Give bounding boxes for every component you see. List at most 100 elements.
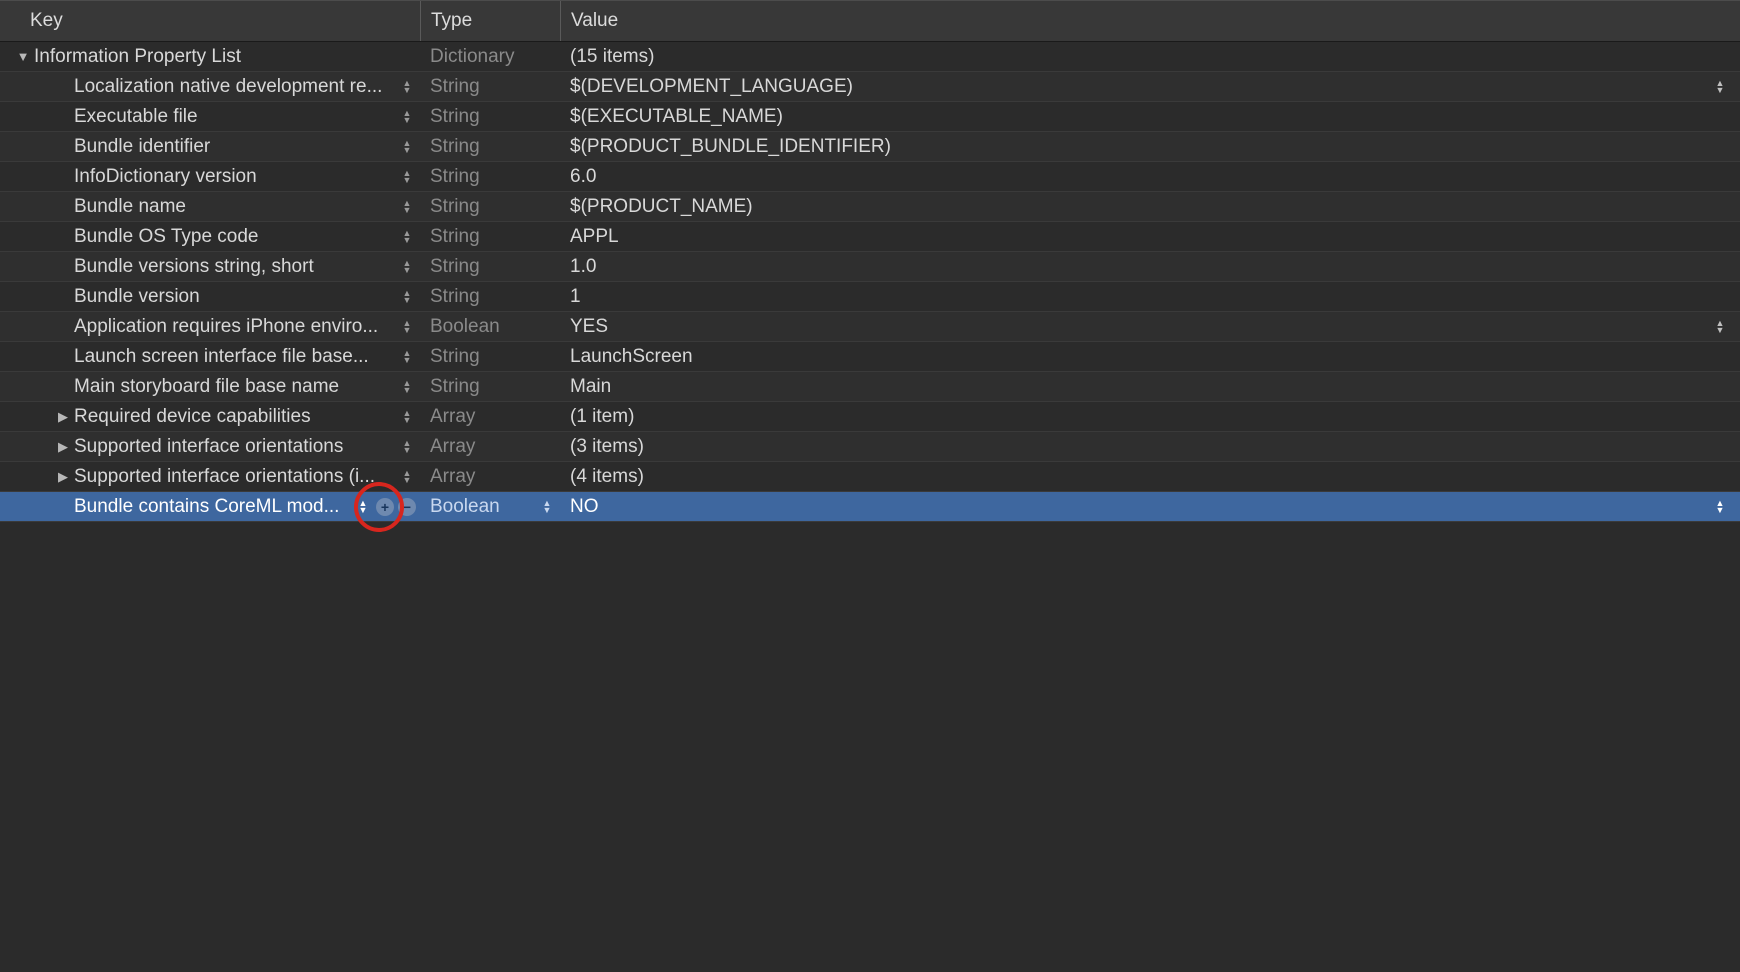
key-stepper-icon[interactable]: ▲▼ [400, 80, 414, 94]
header-value[interactable]: Value [560, 1, 1740, 41]
table-row[interactable]: Application requires iPhone enviro...▲▼B… [0, 312, 1740, 342]
key-cell[interactable]: ▶Supported interface orientations (i... ▲… [0, 462, 420, 491]
key-stepper-icon[interactable]: ▲▼ [400, 200, 414, 214]
value-stepper-icon[interactable]: ▲▼ [1712, 320, 1728, 334]
key-label[interactable]: Bundle contains CoreML mod... [74, 496, 350, 518]
type-cell[interactable]: String [420, 282, 560, 311]
value-label[interactable]: (1 item) [570, 406, 1740, 428]
key-label[interactable]: Launch screen interface file base... [74, 346, 394, 368]
key-cell[interactable]: Executable file ▲▼ [0, 102, 420, 131]
table-row[interactable]: ▼Information Property ListDictionary (15 … [0, 42, 1740, 72]
key-stepper-icon[interactable]: ▲▼ [400, 350, 414, 364]
key-cell[interactable]: Bundle identifier ▲▼ [0, 132, 420, 161]
value-label[interactable]: YES [570, 316, 1712, 338]
value-cell[interactable]: APPL [560, 222, 1740, 251]
value-label[interactable]: APPL [570, 226, 1740, 248]
value-label[interactable]: $(PRODUCT_NAME) [570, 196, 1740, 218]
type-cell[interactable]: Boolean▲▼ [420, 492, 560, 521]
disclosure-down-icon[interactable]: ▼ [16, 49, 30, 64]
key-stepper-icon[interactable]: ▲▼ [400, 110, 414, 124]
table-row[interactable]: ▶Required device capabilities ▲▼ Array (1 i… [0, 402, 1740, 432]
key-stepper-icon[interactable]: ▲▼ [356, 500, 370, 514]
type-cell[interactable]: Array [420, 402, 560, 431]
type-cell[interactable]: Array [420, 462, 560, 491]
key-stepper-icon[interactable]: ▲▼ [400, 380, 414, 394]
table-row[interactable]: ▶Supported interface orientations▲▼Array… [0, 432, 1740, 462]
value-label[interactable]: 1.0 [570, 256, 1740, 278]
key-cell[interactable]: Bundle version▲▼ [0, 282, 420, 311]
type-cell[interactable]: Array [420, 432, 560, 461]
value-cell[interactable]: 1.0 [560, 252, 1740, 281]
type-cell[interactable]: String [420, 252, 560, 281]
value-label[interactable]: (4 items) [570, 466, 1740, 488]
table-row[interactable]: Localization native development re... ▲▼ S… [0, 72, 1740, 102]
type-cell[interactable]: Boolean [420, 312, 560, 341]
value-cell[interactable]: Main [560, 372, 1740, 401]
key-cell[interactable]: Bundle name ▲▼ [0, 192, 420, 221]
type-cell[interactable]: String [420, 132, 560, 161]
type-cell[interactable]: String [420, 222, 560, 251]
value-label[interactable]: (15 items) [570, 46, 1740, 68]
key-cell[interactable]: ▶Required device capabilities ▲▼ [0, 402, 420, 431]
key-label[interactable]: Localization native development re... [74, 76, 394, 98]
table-row[interactable]: Bundle versions string, short ▲▼ String 1.0 [0, 252, 1740, 282]
key-stepper-icon[interactable]: ▲▼ [400, 260, 414, 274]
key-label[interactable]: Supported interface orientations (i... [74, 466, 394, 488]
key-label[interactable]: InfoDictionary version [74, 166, 394, 188]
value-stepper-icon[interactable]: ▲▼ [1712, 80, 1728, 94]
key-stepper-icon[interactable]: ▲▼ [400, 170, 414, 184]
value-stepper-icon[interactable]: ▲▼ [1712, 500, 1728, 514]
key-cell[interactable]: Application requires iPhone enviro...▲▼ [0, 312, 420, 341]
table-row[interactable]: ▶Supported interface orientations (i... ▲… [0, 462, 1740, 492]
type-cell[interactable]: String [420, 192, 560, 221]
value-label[interactable]: (3 items) [570, 436, 1740, 458]
key-label[interactable]: Bundle OS Type code [74, 226, 394, 248]
table-row[interactable]: Bundle OS Type code ▲▼ String APPL [0, 222, 1740, 252]
table-row[interactable]: Bundle name ▲▼ String $(PRODUCT_NAME) [0, 192, 1740, 222]
remove-row-button[interactable]: − [398, 498, 416, 516]
key-cell[interactable]: Launch screen interface file base... ▲▼ [0, 342, 420, 371]
key-cell[interactable]: InfoDictionary version ▲▼ [0, 162, 420, 191]
key-cell[interactable]: Bundle OS Type code ▲▼ [0, 222, 420, 251]
type-cell[interactable]: String [420, 72, 560, 101]
table-row[interactable]: Launch screen interface file base...▲▼St… [0, 342, 1740, 372]
key-cell[interactable]: Localization native development re... ▲▼ [0, 72, 420, 101]
value-cell[interactable]: $(EXECUTABLE_NAME) [560, 102, 1740, 131]
value-cell[interactable]: (1 item) [560, 402, 1740, 431]
key-stepper-icon[interactable]: ▲▼ [400, 470, 414, 484]
key-stepper-icon[interactable]: ▲▼ [400, 440, 414, 454]
key-cell[interactable]: ▶Supported interface orientations▲▼ [0, 432, 420, 461]
type-cell[interactable]: Dictionary [420, 42, 560, 71]
key-cell[interactable]: Bundle versions string, short ▲▼ [0, 252, 420, 281]
add-row-button[interactable]: + [376, 498, 394, 516]
key-cell[interactable]: Bundle contains CoreML mod... ▲▼ +− [0, 492, 420, 521]
header-type[interactable]: Type [420, 1, 560, 41]
value-cell[interactable]: NO▲▼ [560, 492, 1740, 521]
key-cell[interactable]: ▼Information Property List [0, 42, 420, 71]
key-label[interactable]: Required device capabilities [74, 406, 394, 428]
disclosure-right-icon[interactable]: ▶ [56, 409, 70, 425]
value-cell[interactable]: (4 items) [560, 462, 1740, 491]
value-label[interactable]: $(EXECUTABLE_NAME) [570, 106, 1740, 128]
header-key[interactable]: Key [0, 1, 420, 41]
table-row[interactable]: InfoDictionary version▲▼String6.0 [0, 162, 1740, 192]
key-label[interactable]: Supported interface orientations [74, 436, 394, 458]
table-row[interactable]: Bundle identifier ▲▼ String $(PRODUCT_BUNDL… [0, 132, 1740, 162]
key-stepper-icon[interactable]: ▲▼ [400, 410, 414, 424]
table-row[interactable]: Bundle contains CoreML mod... ▲▼ +−Boolean… [0, 492, 1740, 522]
type-cell[interactable]: String [420, 372, 560, 401]
value-cell[interactable]: YES▲▼ [560, 312, 1740, 341]
key-label[interactable]: Executable file [74, 106, 394, 128]
key-stepper-icon[interactable]: ▲▼ [400, 230, 414, 244]
key-stepper-icon[interactable]: ▲▼ [400, 140, 414, 154]
value-label[interactable]: NO [570, 496, 1712, 518]
type-cell[interactable]: String [420, 102, 560, 131]
disclosure-right-icon[interactable]: ▶ [56, 469, 70, 485]
key-stepper-icon[interactable]: ▲▼ [400, 320, 414, 334]
key-stepper-icon[interactable]: ▲▼ [400, 290, 414, 304]
key-label[interactable]: Bundle versions string, short [74, 256, 394, 278]
key-label[interactable]: Bundle name [74, 196, 394, 218]
value-label[interactable]: $(PRODUCT_BUNDLE_IDENTIFIER) [570, 136, 1740, 158]
key-label[interactable]: Bundle identifier [74, 136, 394, 158]
table-row[interactable]: Main storyboard file base name▲▼StringMa… [0, 372, 1740, 402]
